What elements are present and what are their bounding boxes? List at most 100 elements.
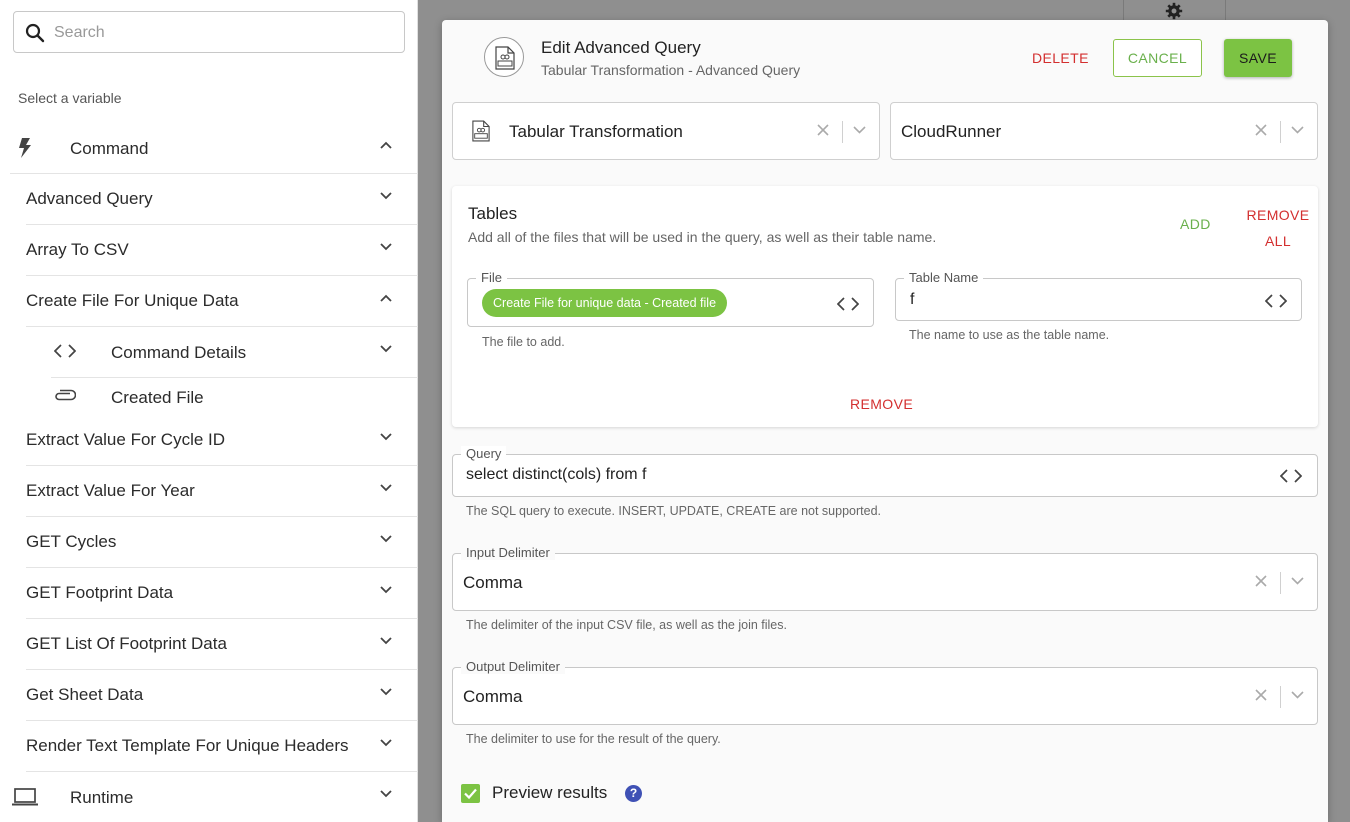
integration-select[interactable]: Tabular Transformation <box>452 102 880 160</box>
runtime-group-label: Runtime <box>70 788 134 807</box>
sidebar-subitem-label: Command Details <box>111 343 247 362</box>
chevron-down-icon <box>380 192 392 200</box>
tables-description: Add all of the files that will be used i… <box>468 229 937 245</box>
runtime-group-header[interactable]: Runtime <box>10 772 418 822</box>
input-delimiter-helper-text: The delimiter of the input CSV file, as … <box>466 618 787 632</box>
input-delimiter-value: Comma <box>463 573 523 592</box>
select-separator <box>1280 121 1281 143</box>
tab-file-icon <box>472 120 490 142</box>
chevron-down-icon <box>380 586 392 594</box>
sidebar-item-label: Render Text Template For Unique Headers <box>26 736 349 755</box>
chevron-down-icon[interactable] <box>1291 577 1304 585</box>
chevron-down-icon <box>380 345 392 353</box>
help-icon[interactable]: ? <box>625 785 642 802</box>
table-name-field-label: Table Name <box>904 270 984 285</box>
sidebar-item-get-cycles[interactable]: GET Cycles <box>26 517 418 568</box>
chevron-down-icon[interactable] <box>1291 691 1304 699</box>
clear-icon[interactable] <box>817 124 829 136</box>
sidebar-item-get-sheet-data[interactable]: Get Sheet Data <box>26 670 418 721</box>
code-brackets-icon[interactable] <box>837 297 859 311</box>
sidebar-item-label: Array To CSV <box>26 240 129 259</box>
runner-select[interactable]: CloudRunner <box>890 102 1318 160</box>
preview-results-checkbox[interactable] <box>461 784 480 803</box>
sidebar-item-label: Create File For Unique Data <box>26 291 239 310</box>
file-helper-text: The file to add. <box>482 335 565 349</box>
sidebar-item-get-footprint-data[interactable]: GET Footprint Data <box>26 568 418 619</box>
code-brackets-icon[interactable] <box>1265 294 1287 308</box>
chevron-down-icon[interactable] <box>853 126 866 134</box>
code-brackets-icon <box>54 344 76 358</box>
output-delimiter-label: Output Delimiter <box>461 659 565 674</box>
sidebar-item-extract-value-for-cycle-id[interactable]: Extract Value For Cycle ID <box>26 415 418 466</box>
variable-picker-panel: Select a variable Command Advanced Query… <box>0 0 418 822</box>
sidebar-item-create-file-for-unique-data[interactable]: Create File For Unique Data <box>26 276 418 327</box>
add-table-button[interactable]: ADD <box>1180 216 1211 232</box>
input-delimiter-label: Input Delimiter <box>461 545 555 560</box>
select-separator <box>1280 686 1281 708</box>
sidebar-item-label: Get Sheet Data <box>26 685 144 704</box>
chevron-down-icon <box>380 637 392 645</box>
sidebar-item-label: GET List Of Footprint Data <box>26 634 227 653</box>
file-field[interactable]: File Create File for unique data - Creat… <box>467 270 874 327</box>
cancel-button[interactable]: CANCEL <box>1113 39 1202 77</box>
sidebar-item-advanced-query[interactable]: Advanced Query <box>26 174 418 225</box>
clear-icon[interactable] <box>1255 689 1267 701</box>
table-name-helper-text: The name to use as the table name. <box>909 328 1110 342</box>
select-separator <box>1280 572 1281 594</box>
chevron-down-icon <box>380 790 392 798</box>
sidebar-subitem-command-details[interactable]: Command Details <box>51 327 418 378</box>
laptop-icon <box>12 788 38 806</box>
output-delimiter-value: Comma <box>463 687 523 706</box>
query-field-label: Query <box>461 446 507 461</box>
edit-advanced-query-dialog: Edit Advanced Query Tabular Transformati… <box>442 20 1328 822</box>
chevron-down-icon <box>380 535 392 543</box>
command-group-header[interactable]: Command <box>10 123 418 174</box>
sidebar-subitem-created-file[interactable]: Created File <box>51 372 418 418</box>
sidebar-item-label: GET Cycles <box>26 532 117 551</box>
sidebar-item-get-list-of-footprint-data[interactable]: GET List Of Footprint Data <box>26 619 418 670</box>
search-icon <box>25 23 45 43</box>
runner-select-value: CloudRunner <box>901 122 1002 141</box>
file-field-label: File <box>476 270 507 285</box>
chevron-down-icon[interactable] <box>1291 126 1304 134</box>
table-name-field[interactable]: Table Name f <box>895 270 1302 321</box>
gear-icon <box>1165 2 1183 20</box>
check-icon <box>464 788 477 800</box>
output-delimiter-select[interactable]: Output Delimiter Comma <box>452 659 1318 725</box>
search-box[interactable] <box>13 11 405 53</box>
delete-button[interactable]: DELETE <box>1020 39 1101 77</box>
clear-icon[interactable] <box>1255 575 1267 587</box>
remove-all-tables-button[interactable]: REMOVE ALL <box>1242 202 1314 254</box>
sidebar-item-label: Advanced Query <box>26 189 153 208</box>
chevron-down-icon <box>380 433 392 441</box>
chevron-down-icon <box>380 484 392 492</box>
input-delimiter-select[interactable]: Input Delimiter Comma <box>452 545 1318 611</box>
save-button[interactable]: SAVE <box>1224 39 1292 77</box>
dialog-subtitle: Tabular Transformation - Advanced Query <box>541 62 801 78</box>
table-name-input[interactable]: f <box>910 291 914 309</box>
code-brackets-icon[interactable] <box>1280 469 1302 483</box>
search-input[interactable] <box>54 20 394 46</box>
lightning-bolt-icon <box>19 138 31 158</box>
sidebar-item-extract-value-for-year[interactable]: Extract Value For Year <box>26 466 418 517</box>
tables-section: Tables Add all of the files that will be… <box>452 186 1318 427</box>
chevron-up-icon <box>380 141 392 149</box>
query-field[interactable]: Query select distinct(cols) from f <box>452 446 1318 497</box>
output-delimiter-helper-text: The delimiter to use for the result of t… <box>466 732 721 746</box>
dialog-title: Edit Advanced Query <box>541 38 701 57</box>
preview-results-label[interactable]: Preview results <box>492 783 607 803</box>
tables-title: Tables <box>468 204 518 223</box>
file-chip[interactable]: Create File for unique data - Created fi… <box>482 289 728 317</box>
sidebar-item-label: GET Footprint Data <box>26 583 174 602</box>
sidebar-item-label: Extract Value For Cycle ID <box>26 430 226 449</box>
sidebar-item-array-to-csv[interactable]: Array To CSV <box>26 225 418 276</box>
chevron-up-icon <box>380 294 392 302</box>
query-helper-text: The SQL query to execute. INSERT, UPDATE… <box>466 504 881 518</box>
select-variable-label: Select a variable <box>18 90 122 106</box>
clear-icon[interactable] <box>1255 124 1267 136</box>
chevron-down-icon <box>380 739 392 747</box>
query-input[interactable]: select distinct(cols) from f <box>466 466 646 484</box>
remove-table-button[interactable]: REMOVE <box>850 396 913 412</box>
sidebar-item-render-text-template-for-unique-headers[interactable]: Render Text Template For Unique Headers <box>26 721 418 772</box>
sidebar-subitem-label: Created File <box>111 388 204 407</box>
